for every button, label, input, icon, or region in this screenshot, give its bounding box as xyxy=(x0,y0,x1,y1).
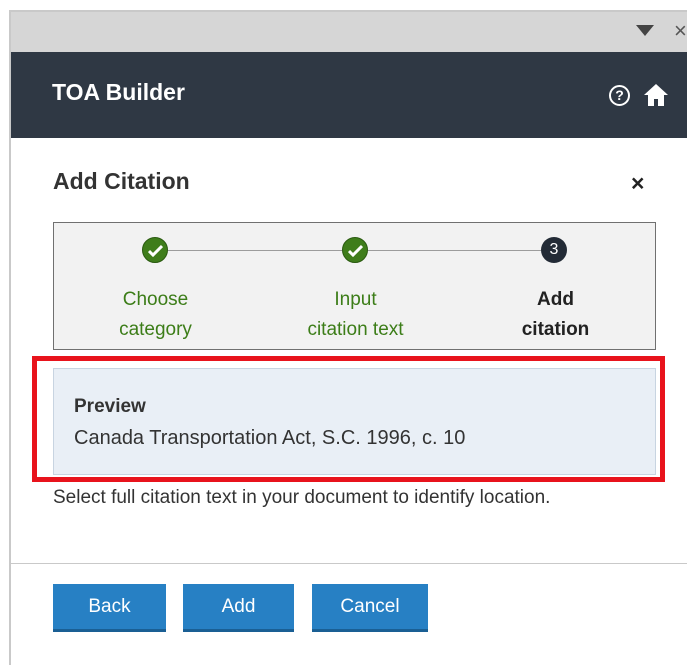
triangle-down-icon[interactable] xyxy=(636,25,654,36)
step-label-choose-category: Choose category xyxy=(119,289,192,340)
task-pane: × TOA Builder ? Add Citation × Choose ca… xyxy=(0,0,687,665)
step-connector xyxy=(168,250,342,251)
app-header: TOA Builder ? xyxy=(11,52,687,138)
app-title: TOA Builder xyxy=(52,79,185,105)
step-label-add-citation: Add citation xyxy=(521,289,590,340)
step-number-badge: 3 xyxy=(541,237,567,263)
pane-titlebar: × xyxy=(11,12,687,52)
back-button[interactable]: Back xyxy=(53,584,166,632)
dialog-title: Add Citation xyxy=(53,168,190,194)
step-complete-check-icon xyxy=(142,237,168,263)
instruction-text: Select full citation text in your docume… xyxy=(53,487,551,508)
cancel-button[interactable]: Cancel xyxy=(312,584,428,632)
close-icon[interactable]: × xyxy=(631,172,644,195)
home-icon[interactable] xyxy=(643,83,669,107)
help-circle-icon[interactable]: ? xyxy=(609,85,630,106)
step-connector xyxy=(368,250,541,251)
step-label-input-citation-text: Input citation text xyxy=(307,289,404,340)
close-icon[interactable]: × xyxy=(674,20,687,42)
step-complete-check-icon xyxy=(342,237,368,263)
step-indicator: Choose category Input citation text 3 Ad… xyxy=(53,222,656,350)
highlight-box xyxy=(32,356,665,482)
footer-divider xyxy=(11,563,687,564)
add-button[interactable]: Add xyxy=(183,584,294,632)
